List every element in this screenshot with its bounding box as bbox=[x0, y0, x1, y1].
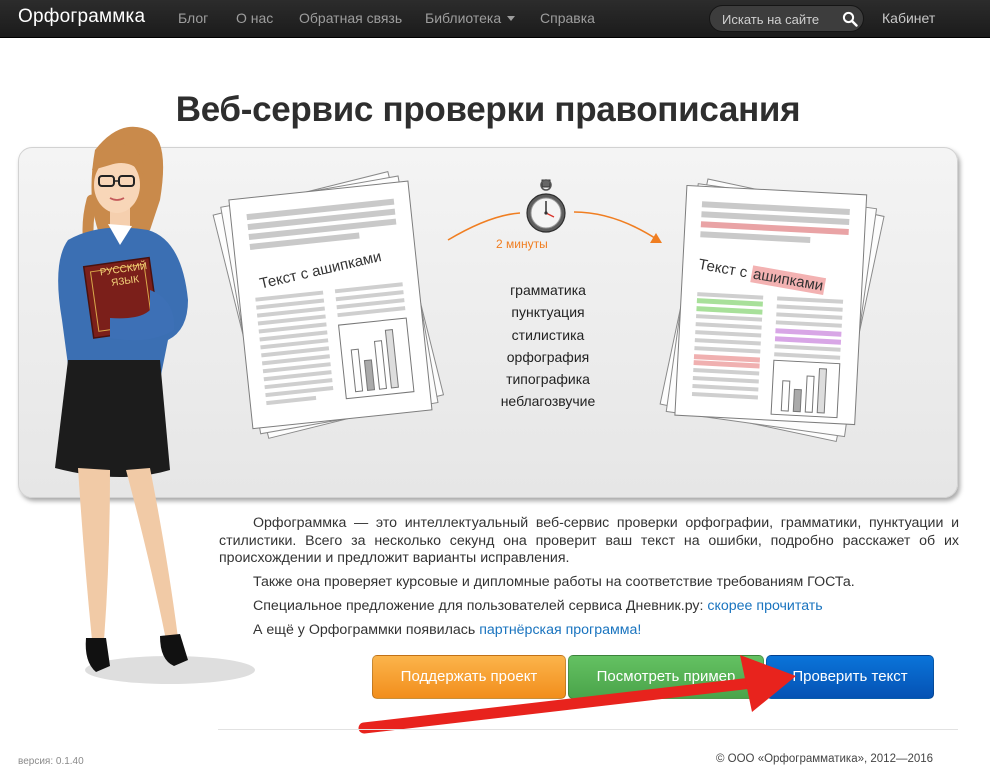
offer-link[interactable]: скорее прочитать bbox=[707, 598, 822, 614]
view-example-button[interactable]: Посмотреть пример bbox=[568, 655, 764, 699]
document-after-page bbox=[674, 184, 868, 426]
gost-paragraph: Также она проверяет курсовые и дипломные… bbox=[253, 574, 855, 590]
check-item-spelling: орфография bbox=[506, 348, 590, 365]
partner-link[interactable]: партнёрская программа! bbox=[479, 622, 641, 638]
check-item-euphony: неблагозвучие bbox=[500, 393, 596, 410]
check-item-grammar: грамматика bbox=[510, 282, 586, 298]
intro-paragraph: Орфограммка — это интеллектуальный веб-с… bbox=[219, 515, 959, 567]
support-project-button[interactable]: Поддержать проект bbox=[372, 655, 566, 699]
partner-text: А ещё у Орфограммки появилась bbox=[253, 622, 480, 638]
stopwatch-icon bbox=[526, 179, 566, 233]
copyright: © ООО «Орфограмматика», 2012—2016 bbox=[716, 753, 934, 765]
time-label: 2 минуты bbox=[496, 237, 548, 251]
partner-paragraph: А ещё у Орфограммки появилась партнёрска… bbox=[253, 622, 641, 638]
document-before-page bbox=[228, 180, 433, 430]
document-stack-before bbox=[212, 170, 445, 439]
footer-divider bbox=[218, 729, 958, 730]
checks-list: грамматика пунктуация стилистика орфогра… bbox=[486, 279, 610, 413]
offer-text: Специальное предложение для пользователе… bbox=[253, 598, 708, 614]
version-label: версия: 0.1.40 bbox=[18, 756, 84, 767]
check-item-typography: типографика bbox=[506, 371, 590, 388]
offer-paragraph: Специальное предложение для пользователе… bbox=[253, 598, 823, 614]
document-stack-after bbox=[659, 178, 885, 443]
check-text-button[interactable]: Проверить текст bbox=[766, 655, 934, 699]
check-item-style: стилистика bbox=[511, 326, 585, 343]
check-item-punctuation: пунктуация bbox=[511, 304, 585, 321]
